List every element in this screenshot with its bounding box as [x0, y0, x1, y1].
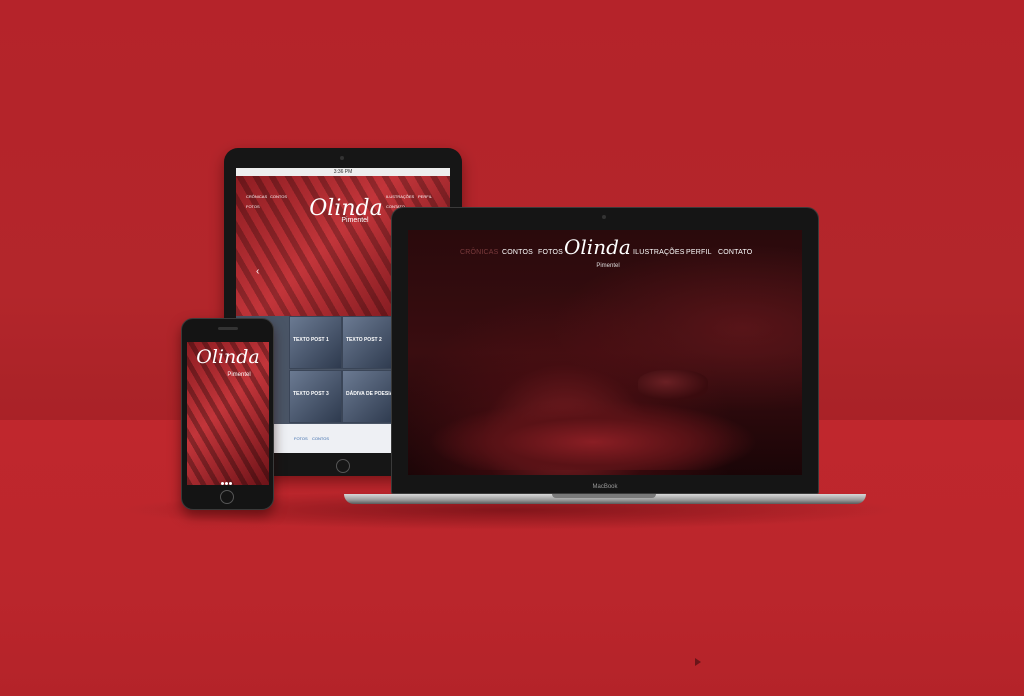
tablet-logo[interactable]: Olinda Pimentel: [306, 196, 386, 224]
laptop-screen: CRÔNICAS CONTOS FOTOS Olinda Pimentel IL…: [408, 230, 802, 475]
tablet-post-card[interactable]: DÁDIVA DE POESIA: [342, 370, 395, 423]
tablet-post-card[interactable]: TEXTO POST 3: [289, 370, 342, 423]
tablet-post-title: TEXTO POST 1: [293, 337, 329, 343]
tablet-post-title: TEXTO POST 2: [346, 337, 382, 343]
tablet-post-title: DÁDIVA DE POESIA: [346, 391, 394, 397]
phone-logo-sub: Pimentel: [227, 372, 251, 378]
tablet-prev-arrow-icon[interactable]: ‹: [256, 266, 259, 277]
laptop-camera: [602, 215, 606, 219]
phone-home-button[interactable]: [220, 490, 234, 504]
phone-screen: Olinda Pimentel: [187, 342, 269, 485]
nav-perfil[interactable]: PERFIL: [686, 249, 712, 256]
nav-contato[interactable]: CONTATO: [718, 249, 752, 256]
tablet-footer-link[interactable]: CONTOS: [312, 436, 329, 441]
laptop-notch: [552, 494, 656, 498]
tablet-nav-fotos[interactable]: FOTOS: [246, 204, 260, 209]
nav-fotos[interactable]: FOTOS: [538, 249, 563, 256]
hero-hand-image: [638, 370, 708, 400]
tablet-camera: [340, 156, 344, 160]
laptop-base: [344, 494, 866, 504]
site-logo[interactable]: Olinda Pimentel: [564, 236, 631, 277]
laptop-brand-label: MacBook: [592, 484, 618, 490]
hero-book-image: [428, 400, 758, 470]
tablet-nav-cronicas[interactable]: CRÔNICAS: [246, 194, 267, 199]
nav-cronicas[interactable]: CRÔNICAS: [460, 249, 499, 256]
tablet-nav-perfil[interactable]: PERFIL: [418, 194, 432, 199]
phone-speaker: [218, 327, 238, 330]
nav-contos[interactable]: CONTOS: [502, 249, 533, 256]
nav-ilustracoes[interactable]: ILUSTRAÇÕES: [633, 249, 685, 256]
tablet-status-bar: 3:36 PM: [236, 168, 450, 176]
tablet-post-card[interactable]: TEXTO POST 1: [289, 316, 342, 369]
tablet-nav-contos[interactable]: CONTOS: [270, 194, 287, 199]
phone-carousel-dots[interactable]: [221, 472, 235, 485]
phone-logo[interactable]: Olinda Pimentel: [191, 347, 265, 385]
tablet-footer-link[interactable]: FOTOS: [294, 436, 308, 441]
tablet-post-title: TEXTO POST 3: [293, 391, 329, 397]
tablet-home-button[interactable]: [336, 459, 350, 473]
tablet-nav-ilustracoes[interactable]: ILUSTRAÇÕES: [386, 194, 414, 199]
cursor-icon: [695, 658, 701, 666]
phone-device: Olinda Pimentel: [181, 318, 274, 510]
tablet-post-card[interactable]: TEXTO POST 2: [342, 316, 395, 369]
laptop-device: CRÔNICAS CONTOS FOTOS Olinda Pimentel IL…: [391, 207, 819, 494]
